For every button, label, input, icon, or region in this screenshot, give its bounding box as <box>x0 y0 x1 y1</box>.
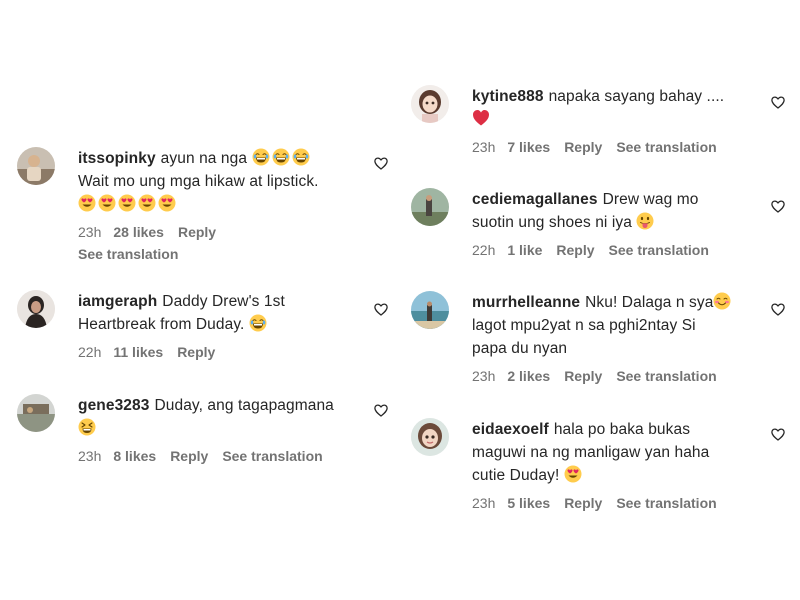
laughing-face-emoji <box>292 148 310 166</box>
comment-text: murrhelleanne Nku! Dalaga n sya lagot mpu… <box>472 291 772 360</box>
comment-line: Daddy Drew's 1st <box>162 293 285 310</box>
timestamp: 23h <box>78 448 102 464</box>
see-translation-button[interactable]: See translation <box>78 245 368 264</box>
avatar-itssopinky[interactable] <box>17 147 55 185</box>
timestamp: 23h <box>472 495 496 511</box>
reply-button[interactable]: Reply <box>564 368 602 384</box>
heart-outline-icon[interactable] <box>374 404 388 417</box>
comment-line: papa du nyan <box>472 340 568 357</box>
comment-meta: 23h 28 likes Reply <box>78 223 368 242</box>
timestamp: 22h <box>472 242 496 258</box>
comment-line: lagot mpu2yat n sa pghi2ntay Si <box>472 317 696 334</box>
comment-text: gene3283 Duday, ang tagapagmana <box>78 394 368 440</box>
heart-eyes-emoji <box>118 194 136 212</box>
comment-meta: 23h 8 likes Reply See translation <box>78 447 368 466</box>
avatar-iamgeraph[interactable] <box>17 290 55 328</box>
laughing-face-emoji <box>249 314 267 332</box>
reply-button[interactable]: Reply <box>178 224 216 240</box>
comment-text: iamgeraph Daddy Drew's 1st Heartbreak fro… <box>78 290 368 336</box>
likes-count[interactable]: 11 likes <box>113 344 163 360</box>
comment-line: maguwi na ng manligaw yan haha <box>472 444 710 461</box>
comment-line: ayun na nga <box>160 150 248 167</box>
comment-meta: 23h 2 likes Reply See translation <box>472 367 772 386</box>
see-translation-button[interactable]: See translation <box>616 368 716 384</box>
red-heart-emoji <box>472 109 490 127</box>
heart-eyes-emoji <box>158 194 176 212</box>
username[interactable]: iamgeraph <box>78 293 157 310</box>
tongue-face-emoji <box>636 212 654 230</box>
heart-outline-icon[interactable] <box>771 303 785 316</box>
comment-text: kytine888 napaka sayang bahay .... <box>472 85 772 131</box>
username[interactable]: gene3283 <box>78 397 149 414</box>
comment-line: Drew wag mo <box>602 191 699 208</box>
timestamp: 23h <box>472 139 496 155</box>
avatar-cediemagallanes[interactable] <box>411 188 449 226</box>
heart-outline-icon[interactable] <box>771 428 785 441</box>
heart-outline-icon[interactable] <box>374 303 388 316</box>
heart-outline-icon[interactable] <box>771 200 785 213</box>
comment-line: suotin ung shoes ni iya <box>472 214 632 231</box>
avatar-murrhelleanne[interactable] <box>411 291 449 329</box>
comment-line: napaka sayang bahay .... <box>548 88 725 105</box>
avatar-gene3283[interactable] <box>17 394 55 432</box>
timestamp: 23h <box>78 224 102 240</box>
comment-line: Wait mo ung mga hikaw at lipstick. <box>78 173 319 190</box>
likes-count[interactable]: 7 likes <box>507 139 550 155</box>
username[interactable]: itssopinky <box>78 150 156 167</box>
grinning-squint-emoji <box>78 418 96 436</box>
timestamp: 23h <box>472 368 496 384</box>
comment-meta: 23h 7 likes Reply See translation <box>472 138 772 157</box>
likes-count[interactable]: 28 likes <box>113 224 164 240</box>
username[interactable]: cediemagallanes <box>472 191 598 208</box>
heart-eyes-emoji <box>564 465 582 483</box>
reply-button[interactable]: Reply <box>564 139 602 155</box>
comment-text: eidaexoelf hala po baka bukas maguwi na n… <box>472 418 772 487</box>
comment-line: hala po baka bukas <box>553 421 691 438</box>
reply-button[interactable]: Reply <box>556 242 594 258</box>
see-translation-button[interactable]: See translation <box>616 139 716 155</box>
heart-eyes-emoji <box>98 194 116 212</box>
reply-button[interactable]: Reply <box>177 344 215 360</box>
comment-text: cediemagallanes Drew wag mo suotin ung sh… <box>472 188 772 234</box>
comment-meta: 22h 11 likes Reply <box>78 343 368 362</box>
laughing-face-emoji <box>272 148 290 166</box>
see-translation-button[interactable]: See translation <box>222 448 322 464</box>
comment-line: cutie Duday! <box>472 467 560 484</box>
heart-eyes-emoji <box>138 194 156 212</box>
likes-count[interactable]: 5 likes <box>507 495 550 511</box>
avatar-eidaexoelf[interactable] <box>411 418 449 456</box>
comment-line: Nku! Dalaga n sya <box>585 294 714 311</box>
laughing-face-emoji <box>252 148 270 166</box>
reply-button[interactable]: Reply <box>564 495 602 511</box>
username[interactable]: murrhelleanne <box>472 294 580 311</box>
reply-button[interactable]: Reply <box>170 448 208 464</box>
username[interactable]: kytine888 <box>472 88 544 105</box>
timestamp: 22h <box>78 344 102 360</box>
comment-line: Heartbreak from Duday. <box>78 316 245 333</box>
heart-outline-icon[interactable] <box>374 157 388 170</box>
comment-meta: 23h 5 likes Reply See translation <box>472 494 772 513</box>
comment-text: itssopinky ayun na nga Wait mo ung mga hi… <box>78 147 368 216</box>
blushing-smile-emoji <box>713 292 731 310</box>
likes-count[interactable]: 8 likes <box>113 448 156 464</box>
see-translation-button[interactable]: See translation <box>616 495 716 511</box>
avatar-kytine888[interactable] <box>411 85 449 123</box>
comment-meta: 22h 1 like Reply See translation <box>472 241 772 260</box>
username[interactable]: eidaexoelf <box>472 421 549 438</box>
likes-count[interactable]: 2 likes <box>507 368 550 384</box>
comment-line: Duday, ang tagapagmana <box>154 397 334 414</box>
heart-outline-icon[interactable] <box>771 96 785 109</box>
likes-count[interactable]: 1 like <box>507 242 542 258</box>
heart-eyes-emoji <box>78 194 96 212</box>
see-translation-button[interactable]: See translation <box>609 242 709 258</box>
